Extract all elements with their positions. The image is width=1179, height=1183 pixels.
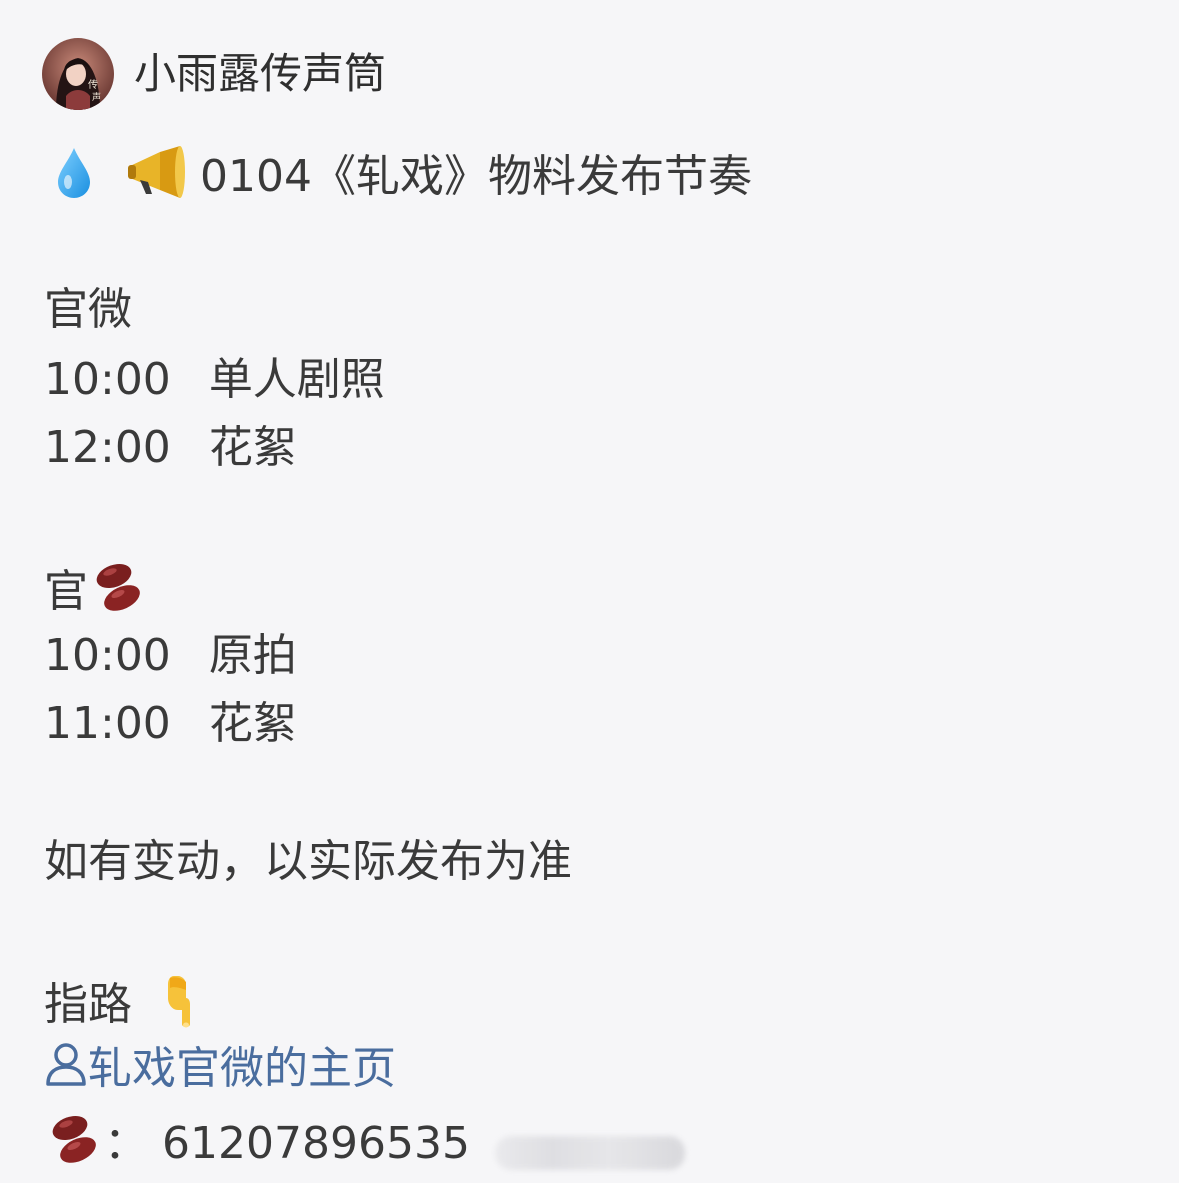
bean-colon: ： xyxy=(104,1118,148,1169)
schedule-time: 10:00 xyxy=(44,354,171,405)
avatar-photo: 传 声 xyxy=(42,38,114,110)
schedule-time: 12:00 xyxy=(44,422,171,473)
person-icon xyxy=(44,1040,88,1102)
schedule-label: 单人剧照 xyxy=(208,354,385,405)
svg-text:传: 传 xyxy=(88,79,98,91)
guide-label: 指路 xyxy=(44,979,132,1030)
avatar[interactable]: 传 声 xyxy=(42,38,114,110)
section-heading-official-douyin: 官 xyxy=(44,558,148,630)
section-heading-text: 官 xyxy=(44,566,88,617)
schedule-label: 花絮 xyxy=(208,698,297,749)
schedule-row: 10:00 原拍 xyxy=(44,628,297,684)
schedule-time: 11:00 xyxy=(44,698,171,749)
schedule-row: 12:00 花絮 xyxy=(44,420,297,476)
section-heading-official-weibo: 官微 xyxy=(44,284,132,335)
schedule-label: 花絮 xyxy=(208,422,297,473)
post-title-line: 0104《轧戏》物料发布节奏 xyxy=(50,144,752,214)
droplet-icon xyxy=(50,144,98,214)
notice-text: 如有变动，以实际发布为准 xyxy=(44,836,572,887)
beans-icon xyxy=(88,558,148,630)
megaphone-icon xyxy=(124,144,186,214)
svg-text:声: 声 xyxy=(92,91,101,103)
schedule-label: 原拍 xyxy=(208,630,297,681)
profile-link[interactable]: 轧戏官微的主页 xyxy=(44,1040,396,1102)
schedule-row: 10:00 单人剧照 xyxy=(44,352,385,408)
schedule-time: 10:00 xyxy=(44,630,171,681)
pointing-down-icon xyxy=(160,970,208,1044)
guide-line: 指路 xyxy=(44,970,208,1044)
bean-id: 61207896535 xyxy=(162,1118,470,1169)
post-title: 0104《轧戏》物料发布节奏 xyxy=(200,151,752,202)
blurred-content xyxy=(495,1136,685,1170)
profile-link-text[interactable]: 轧戏官微的主页 xyxy=(88,1043,396,1094)
author-name[interactable]: 小雨露传声筒 xyxy=(134,48,386,100)
schedule-row: 11:00 花絮 xyxy=(44,696,297,752)
bean-id-line: ： 61207896535 xyxy=(44,1110,470,1182)
beans-icon xyxy=(44,1110,104,1182)
